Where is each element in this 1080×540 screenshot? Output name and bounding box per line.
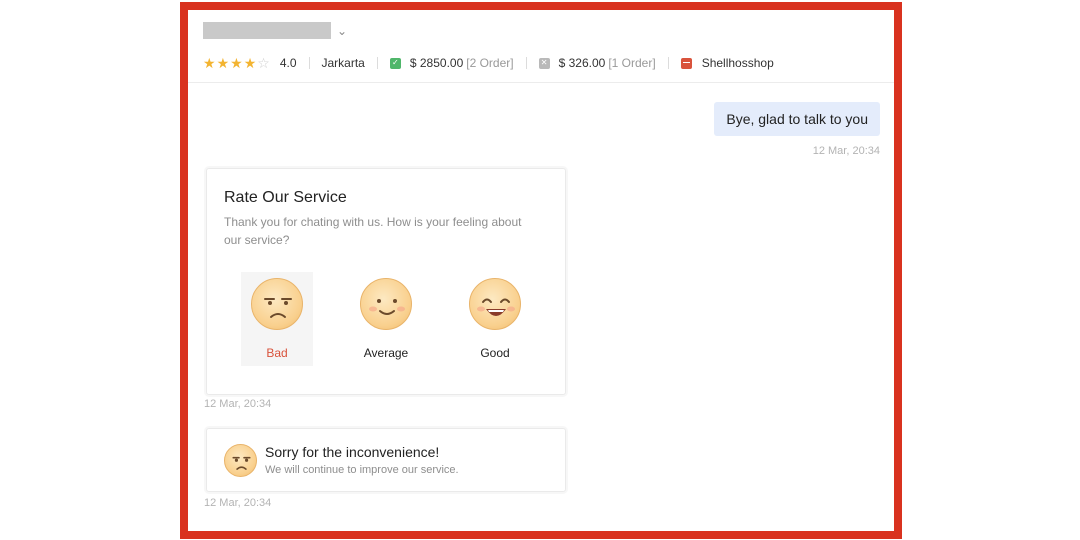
location: Jarkarta — [321, 56, 365, 70]
rating-option-bad[interactable]: Bad — [241, 272, 313, 366]
chat-header: ⌄ ★ ★ ★ ★ ☆ 4.0 Jarkarta ✓ $ 2850.00 [2 … — [188, 10, 894, 83]
completed-orders[interactable]: [2 Order] — [466, 56, 513, 70]
star-empty-icon: ☆ — [257, 55, 270, 71]
customer-name-row[interactable]: ⌄ — [203, 22, 347, 39]
rating-option-label: Average — [363, 346, 409, 360]
rating-option-average[interactable]: Average — [350, 272, 422, 366]
divider — [308, 57, 310, 69]
rate-card-subtitle: Thank you for chating with us. How is yo… — [224, 215, 522, 247]
rating-option-good[interactable]: Good — [459, 272, 531, 366]
cancelled-orders[interactable]: [1 Order] — [608, 56, 655, 70]
completed-amount: $ 2850.00 — [409, 56, 464, 70]
chevron-down-icon[interactable]: ⌄ — [337, 25, 347, 37]
customer-name-redacted — [203, 22, 331, 39]
shop-icon — [680, 57, 692, 69]
customer-info-row: ★ ★ ★ ★ ☆ 4.0 Jarkarta ✓ $ 2850.00 [2 Or… — [203, 56, 774, 70]
message-timestamp: 12 Mar, 20:34 — [812, 145, 880, 157]
x-square-icon: ✕ — [538, 57, 550, 69]
outgoing-message: Bye, glad to talk to you — [714, 102, 880, 136]
apology-face — [224, 444, 257, 477]
rate-service-card: Rate Our Service Thank you for chating w… — [206, 168, 566, 395]
rate-card-title: Rate Our Service — [224, 189, 347, 206]
shop-name[interactable]: Shellhosshop — [702, 56, 774, 70]
message-timestamp: 12 Mar, 20:34 — [204, 398, 272, 410]
star-icon: ★ — [243, 55, 257, 71]
star-icon: ★ — [203, 55, 216, 71]
apology-title: Sorry for the inconvenience! — [265, 444, 440, 460]
check-square-icon: ✓ — [389, 57, 401, 69]
divider — [667, 57, 669, 69]
chat-window: ⌄ ★ ★ ★ ★ ☆ 4.0 Jarkarta ✓ $ 2850.00 [2 … — [180, 2, 902, 539]
rating-value: 4.0 — [279, 56, 297, 70]
star-icon: ★ — [216, 55, 230, 71]
bad-face-icon — [224, 444, 257, 477]
apology-card: Sorry for the inconvenience! We will con… — [206, 428, 566, 492]
cancelled-amount: $ 326.00 — [558, 56, 606, 70]
divider — [376, 57, 378, 69]
average-face-icon — [360, 278, 412, 330]
apology-subtitle: We will continue to improve our service. — [265, 464, 459, 476]
star-icon: ★ — [230, 55, 243, 71]
rating-stars: ★ ★ ★ ★ ☆ — [203, 56, 270, 70]
message-timestamp: 12 Mar, 20:34 — [204, 497, 272, 509]
rating-option-label: Bad — [266, 346, 288, 360]
rating-option-label: Good — [480, 346, 510, 360]
bad-face-icon — [251, 278, 303, 330]
divider — [525, 57, 527, 69]
rating-options: Bad Average Good — [241, 272, 531, 366]
good-face-icon — [469, 278, 521, 330]
